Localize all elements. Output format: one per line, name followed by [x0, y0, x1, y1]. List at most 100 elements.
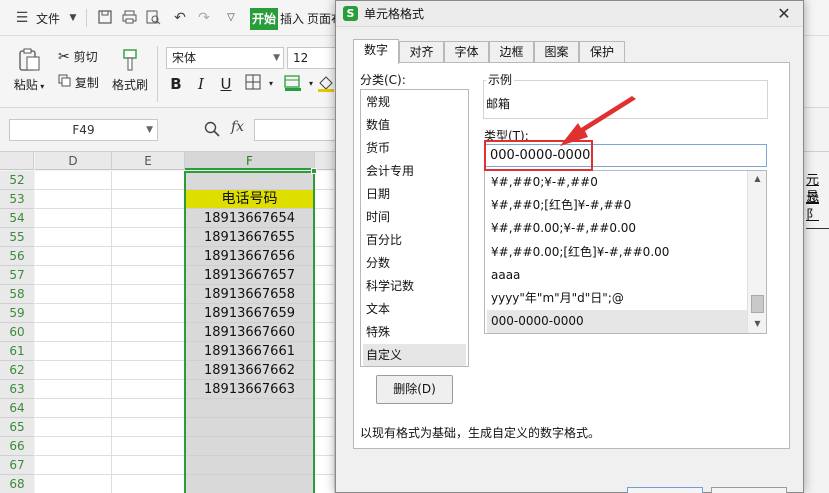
- menu-file[interactable]: 文件: [36, 9, 60, 29]
- row-number[interactable]: 68: [0, 475, 34, 493]
- phone-cell[interactable]: 18913667662: [186, 361, 313, 380]
- row-number[interactable]: 60: [0, 323, 34, 342]
- row-number[interactable]: 53: [0, 190, 34, 209]
- tab-font[interactable]: 字体: [444, 41, 489, 63]
- format-code-item[interactable]: aaaa: [487, 264, 749, 287]
- fx-icon[interactable]: fx: [231, 119, 244, 135]
- cell-e[interactable]: [112, 418, 185, 437]
- row-number[interactable]: 67: [0, 456, 34, 475]
- phone-cell[interactable]: 18913667657: [186, 266, 313, 285]
- row-number[interactable]: 52: [0, 171, 34, 190]
- name-box[interactable]: F49 ▼: [9, 119, 158, 141]
- category-item[interactable]: 常规: [363, 91, 466, 113]
- cell-d[interactable]: [35, 342, 112, 361]
- cell-e[interactable]: [112, 304, 185, 323]
- cell-e[interactable]: [112, 209, 185, 228]
- row-number[interactable]: 63: [0, 380, 34, 399]
- cell-e[interactable]: [112, 342, 185, 361]
- row-header-corner[interactable]: [0, 152, 34, 170]
- delete-button[interactable]: 删除(D): [376, 375, 453, 404]
- cancel-button[interactable]: [711, 487, 787, 493]
- row-number[interactable]: 62: [0, 361, 34, 380]
- cell-d[interactable]: [35, 475, 112, 493]
- format-code-item[interactable]: 000-0000-0000: [487, 310, 749, 333]
- paste-chevron-icon[interactable]: ▾: [38, 82, 44, 91]
- row-number[interactable]: 65: [0, 418, 34, 437]
- phone-cell[interactable]: [186, 418, 313, 437]
- cell-e[interactable]: [112, 380, 185, 399]
- tab-number[interactable]: 数字: [353, 39, 399, 64]
- underline-icon[interactable]: U: [216, 74, 236, 94]
- chevron-down-icon[interactable]: ▼: [146, 120, 153, 140]
- phone-header-cell[interactable]: 电话号码: [186, 190, 313, 209]
- format-code-item[interactable]: ¥#,##0.00;[红色]¥-#,##0.00: [487, 241, 749, 264]
- italic-icon[interactable]: I: [191, 74, 211, 94]
- cell-d[interactable]: [35, 361, 112, 380]
- tab-protection[interactable]: 保护: [579, 41, 625, 63]
- cell-d[interactable]: [35, 171, 112, 190]
- phone-cell[interactable]: [186, 171, 313, 190]
- row-number[interactable]: 64: [0, 399, 34, 418]
- border-icon[interactable]: [243, 74, 263, 94]
- format-code-item[interactable]: ¥#,##0;¥-#,##0: [487, 171, 749, 194]
- cell-g[interactable]: [315, 475, 335, 493]
- phone-cell[interactable]: 18913667663: [186, 380, 313, 399]
- phone-cell[interactable]: 18913667655: [186, 228, 313, 247]
- column-header-f[interactable]: F: [185, 152, 315, 170]
- chevron-down-icon[interactable]: ▼: [273, 48, 280, 68]
- chevron-down-icon[interactable]: ▼: [65, 10, 81, 26]
- bold-icon[interactable]: B: [166, 74, 186, 94]
- format-code-item[interactable]: yyyy"年"m"月"d"日";@: [487, 287, 749, 310]
- cell-e[interactable]: [112, 475, 185, 493]
- phone-cell[interactable]: [186, 475, 313, 493]
- row-number[interactable]: 61: [0, 342, 34, 361]
- undo-icon[interactable]: ↶: [172, 10, 188, 26]
- row-number[interactable]: 54: [0, 209, 34, 228]
- customize-chevron-icon[interactable]: ▽: [223, 10, 239, 26]
- phone-cell[interactable]: 18913667656: [186, 247, 313, 266]
- cell-e[interactable]: [112, 437, 185, 456]
- scroll-up-icon[interactable]: ▲: [748, 172, 767, 186]
- zoom-search-icon[interactable]: [204, 121, 220, 137]
- cell-e[interactable]: [112, 323, 185, 342]
- cell-g[interactable]: [315, 190, 335, 209]
- phone-cell[interactable]: [186, 437, 313, 456]
- fill-color-icon[interactable]: [283, 74, 303, 94]
- cell-d[interactable]: [35, 323, 112, 342]
- phone-cell[interactable]: 18913667661: [186, 342, 313, 361]
- column-header-e[interactable]: E: [112, 152, 185, 170]
- border-chevron-icon[interactable]: ▾: [261, 74, 281, 94]
- selection-fill-handle[interactable]: [311, 168, 317, 174]
- tab-border[interactable]: 边框: [489, 41, 534, 63]
- cell-d[interactable]: [35, 418, 112, 437]
- print-icon[interactable]: [121, 10, 137, 26]
- format-code-item[interactable]: ¥#,##0;[红色]¥-#,##0: [487, 194, 749, 217]
- cell-e[interactable]: [112, 190, 185, 209]
- tab-pattern[interactable]: 图案: [534, 41, 579, 63]
- format-list-scrollbar[interactable]: ▲ ▼: [747, 171, 766, 333]
- cell-g[interactable]: [315, 380, 335, 399]
- cell-e[interactable]: [112, 247, 185, 266]
- close-icon[interactable]: ✕: [770, 2, 798, 26]
- cell-e[interactable]: [112, 456, 185, 475]
- category-item[interactable]: 分数: [363, 252, 466, 274]
- column-header-d[interactable]: D: [35, 152, 112, 170]
- category-item[interactable]: 日期: [363, 183, 466, 205]
- cell-e[interactable]: [112, 285, 185, 304]
- cell-d[interactable]: [35, 304, 112, 323]
- row-number[interactable]: 59: [0, 304, 34, 323]
- cell-g[interactable]: [315, 228, 335, 247]
- category-item[interactable]: 数值: [363, 114, 466, 136]
- cell-g[interactable]: [315, 209, 335, 228]
- tab-start[interactable]: 开始: [250, 8, 278, 30]
- category-item[interactable]: 时间: [363, 206, 466, 228]
- save-icon[interactable]: [97, 10, 113, 26]
- cell-g[interactable]: [315, 361, 335, 380]
- ok-button[interactable]: [627, 487, 703, 493]
- tab-insert[interactable]: 插入: [280, 9, 304, 29]
- phone-cell[interactable]: [186, 456, 313, 475]
- cell-g[interactable]: [315, 304, 335, 323]
- phone-cell[interactable]: 18913667659: [186, 304, 313, 323]
- copy-button[interactable]: 复制: [58, 74, 99, 92]
- cell-d[interactable]: [35, 285, 112, 304]
